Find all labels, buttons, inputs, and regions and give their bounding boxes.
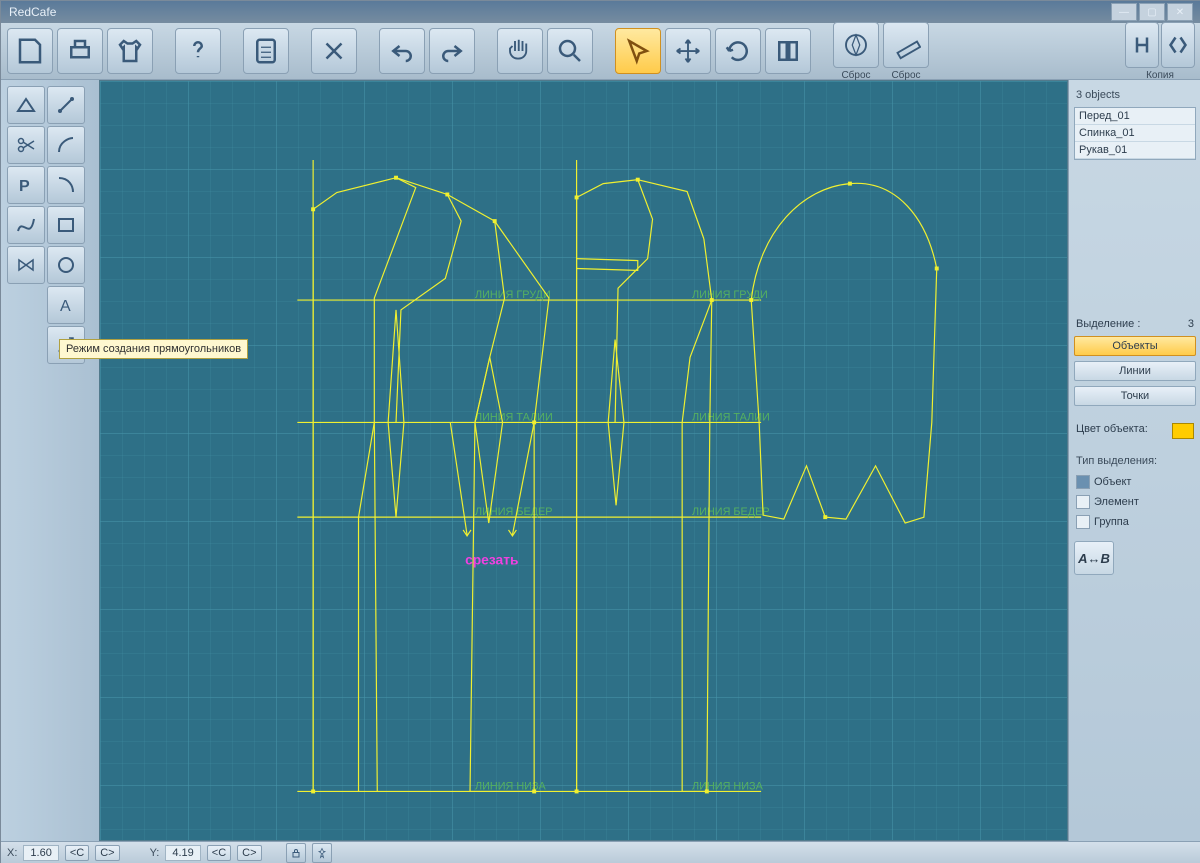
guide-waist-1: ЛИНИЯ ТАЛИИ bbox=[475, 411, 553, 423]
selection-label: Выделение : bbox=[1076, 318, 1140, 330]
canvas[interactable]: ЛИНИЯ ГРУДИ ЛИНИЯ ГРУДИ ЛИНИЯ ТАЛИИ ЛИНИ… bbox=[99, 80, 1068, 841]
objects-tab[interactable]: Объекты bbox=[1074, 336, 1196, 356]
x-dec[interactable]: <C bbox=[65, 845, 89, 861]
ab-button[interactable]: A↔B bbox=[1074, 541, 1114, 575]
lock-icon[interactable] bbox=[286, 843, 306, 863]
guide-chest-2: ЛИНИЯ ГРУДИ bbox=[692, 289, 768, 301]
line-tool[interactable] bbox=[47, 86, 85, 124]
maximize-button[interactable]: ▢ bbox=[1139, 3, 1165, 21]
list-item[interactable]: Перед_01 bbox=[1075, 108, 1195, 125]
right-panel: 3 objects Перед_01 Спинка_01 Рукав_01 Вы… bbox=[1068, 80, 1200, 841]
select-button[interactable] bbox=[615, 28, 661, 74]
shirt-button[interactable] bbox=[107, 28, 153, 74]
close-button[interactable]: ✕ bbox=[1167, 3, 1193, 21]
ruler-button[interactable] bbox=[883, 22, 929, 68]
tooltip: Режим создания прямоугольников bbox=[59, 339, 248, 359]
bowtie-tool[interactable] bbox=[7, 246, 45, 284]
x-inc[interactable]: C> bbox=[95, 845, 119, 861]
new-button[interactable] bbox=[7, 28, 53, 74]
split-button[interactable] bbox=[1161, 22, 1195, 68]
copy-label: Копия bbox=[1146, 70, 1174, 81]
titlebar: RedCafe — ▢ ✕ bbox=[1, 1, 1200, 23]
p-tool[interactable]: P bbox=[7, 166, 45, 204]
x-value: 1.60 bbox=[23, 845, 58, 861]
app-window: RedCafe — ▢ ✕ Сброс bbox=[0, 0, 1200, 863]
cut-label: срезать bbox=[465, 551, 518, 567]
spline-tool[interactable] bbox=[7, 206, 45, 244]
left-toolbar: P A Режим создания прямоугольников bbox=[1, 80, 99, 841]
y-dec[interactable]: <C bbox=[207, 845, 231, 861]
guide-hip-2: ЛИНИЯ БЕДЕР bbox=[692, 506, 770, 518]
statusbar: X: 1.60 <C C> Y: 4.19 <C C> bbox=[1, 841, 1200, 863]
curve-tool[interactable] bbox=[47, 126, 85, 164]
object-count: 3 objects bbox=[1074, 85, 1196, 105]
color-label: Цвет объекта: bbox=[1076, 423, 1148, 439]
y-inc[interactable]: C> bbox=[237, 845, 261, 861]
points-tab[interactable]: Точки bbox=[1074, 386, 1196, 406]
guide-chest-1: ЛИНИЯ ГРУДИ bbox=[475, 289, 551, 301]
list-item[interactable]: Спинка_01 bbox=[1075, 125, 1195, 142]
mirror-button[interactable] bbox=[765, 28, 811, 74]
arc-tool[interactable] bbox=[47, 166, 85, 204]
object-list[interactable]: Перед_01 Спинка_01 Рукав_01 bbox=[1074, 107, 1196, 160]
reset1-label: Сброс bbox=[841, 70, 870, 81]
svg-text:A: A bbox=[60, 298, 71, 315]
move-button[interactable] bbox=[665, 28, 711, 74]
compass-button[interactable] bbox=[833, 22, 879, 68]
chk-object[interactable]: Объект bbox=[1074, 473, 1196, 491]
zoom-button[interactable] bbox=[547, 28, 593, 74]
rect-tool[interactable] bbox=[47, 206, 85, 244]
text-tool[interactable]: A bbox=[47, 286, 85, 324]
x-label: X: bbox=[7, 847, 17, 859]
circle-tool[interactable] bbox=[47, 246, 85, 284]
triangle-tool[interactable] bbox=[7, 86, 45, 124]
redo-button[interactable] bbox=[429, 28, 475, 74]
y-label: Y: bbox=[150, 847, 160, 859]
list-item[interactable]: Рукав_01 bbox=[1075, 142, 1195, 159]
undo-button[interactable] bbox=[379, 28, 425, 74]
svg-text:P: P bbox=[19, 178, 30, 195]
scissors-tool[interactable] bbox=[7, 126, 45, 164]
guide-hem-2: ЛИНИЯ НИЗА bbox=[692, 780, 764, 792]
help-button[interactable] bbox=[175, 28, 221, 74]
chk-group[interactable]: Группа bbox=[1074, 513, 1196, 531]
chk-element[interactable]: Элемент bbox=[1074, 493, 1196, 511]
lines-tab[interactable]: Линии bbox=[1074, 361, 1196, 381]
selection-count: 3 bbox=[1188, 318, 1194, 330]
y-value: 4.19 bbox=[165, 845, 200, 861]
print-button[interactable] bbox=[57, 28, 103, 74]
pan-button[interactable] bbox=[497, 28, 543, 74]
color-swatch[interactable] bbox=[1172, 423, 1194, 439]
pattern-svg: ЛИНИЯ ГРУДИ ЛИНИЯ ГРУДИ ЛИНИЯ ТАЛИИ ЛИНИ… bbox=[100, 81, 1067, 831]
seltype-label: Тип выделения: bbox=[1074, 451, 1196, 471]
rotate-button[interactable] bbox=[715, 28, 761, 74]
calculator-button[interactable] bbox=[243, 28, 289, 74]
app-title: RedCafe bbox=[9, 5, 56, 19]
merge-button[interactable] bbox=[1125, 22, 1159, 68]
reset2-label: Сброс bbox=[891, 70, 920, 81]
minimize-button[interactable]: — bbox=[1111, 3, 1137, 21]
delete-button[interactable] bbox=[311, 28, 357, 74]
pin-icon[interactable] bbox=[312, 843, 332, 863]
window-controls: — ▢ ✕ bbox=[1109, 3, 1193, 21]
top-toolbar: Сброс Сброс Копия bbox=[1, 23, 1200, 80]
